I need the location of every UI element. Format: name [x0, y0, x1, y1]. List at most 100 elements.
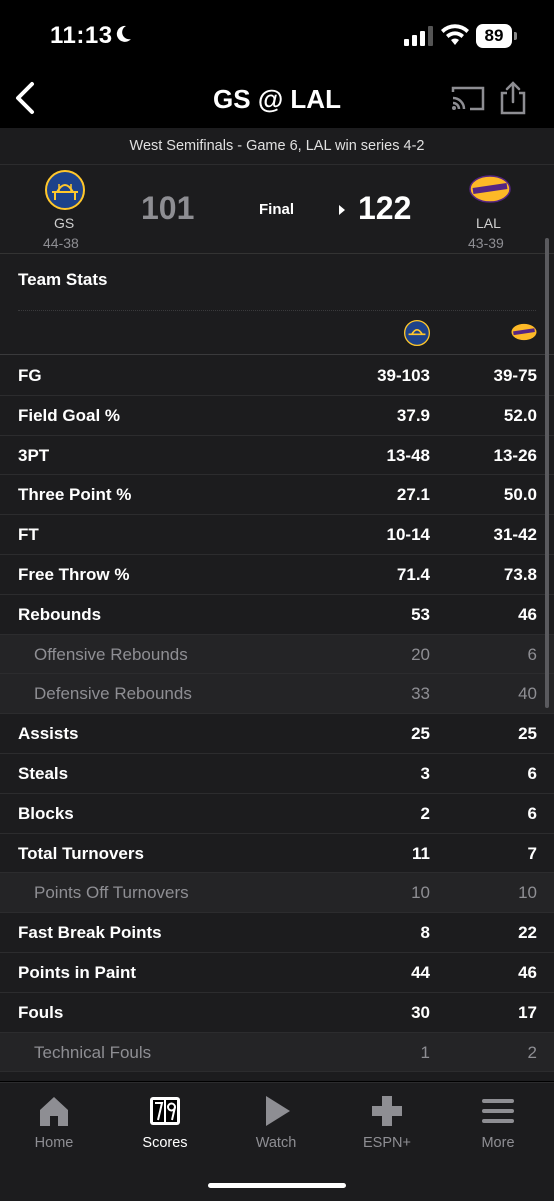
stat-label: FT [18, 525, 39, 545]
away-stat-value: 25 [411, 724, 430, 744]
stat-row: Free Throw % 71.4 73.8 [0, 554, 554, 595]
stat-row: Fast Break Points 8 22 [0, 913, 554, 953]
wifi-icon [441, 24, 469, 45]
stat-label: Free Throw % [18, 564, 130, 584]
lal-column-logo-icon [511, 323, 537, 341]
home-stat-value: 25 [518, 724, 537, 744]
stat-label: Rebounds [18, 604, 102, 624]
tab-scores[interactable]: Scores [115, 1093, 215, 1157]
stat-label: Assists [18, 724, 79, 744]
away-stat-value: 53 [411, 604, 430, 624]
menu-icon [482, 1099, 514, 1123]
stat-label: 3PT [18, 445, 50, 465]
away-stat-value: 13-48 [386, 445, 430, 465]
home-indicator[interactable] [208, 1183, 346, 1188]
gs-logo-icon[interactable] [45, 170, 85, 210]
lal-logo-icon[interactable] [468, 173, 512, 205]
stat-label: Blocks [18, 803, 74, 823]
stats-table: FG 39-103 39-75 Field Goal % 37.9 52.0 3PT 13-4… [0, 356, 554, 1073]
stat-label: Technical Fouls [34, 1042, 152, 1062]
home-stat-value: 10 [518, 883, 537, 903]
tab-more-label: More [481, 1135, 515, 1151]
tab-espn-plus[interactable]: ESPN+ [337, 1093, 437, 1157]
stat-row: Rebounds 53 46 [0, 594, 554, 635]
home-stat-value: 2 [527, 1042, 537, 1062]
away-stat-value: 39-103 [377, 366, 430, 385]
stat-row: Assists 25 25 [0, 714, 554, 754]
stat-row: Points Off Turnovers 10 10 [0, 873, 554, 914]
stat-row: Defensive Rebounds 33 40 [0, 674, 554, 715]
tab-more[interactable]: More [448, 1093, 548, 1157]
away-stat-value: 10-14 [386, 525, 430, 545]
plus-icon [372, 1096, 402, 1126]
stat-label: Field Goal % [18, 405, 121, 425]
game-status: Final [259, 201, 295, 218]
away-stat-value: 44 [411, 962, 430, 982]
share-icon[interactable] [498, 80, 528, 116]
battery-indicator: 89 [476, 24, 520, 48]
stat-label: Fouls [18, 1002, 64, 1022]
away-team-record: 44-38 [43, 235, 79, 251]
home-score: 122 [358, 190, 412, 226]
stat-label: Steals [18, 763, 69, 783]
away-stat-value: 3 [420, 763, 430, 783]
nav-bar: GS @ LAL [0, 70, 554, 128]
away-stat-value: 8 [420, 923, 430, 943]
home-stat-value: 52.0 [503, 405, 537, 425]
away-stat-value: 27.1 [396, 485, 430, 505]
scrollbar[interactable] [545, 238, 549, 708]
moon-icon [116, 25, 131, 42]
stat-label: Offensive Rebounds [34, 644, 188, 664]
tab-espn-plus-label: ESPN+ [363, 1135, 411, 1151]
home-team-record: 43-39 [468, 235, 504, 251]
stat-row: Field Goal % 37.9 52.0 [0, 395, 554, 436]
stat-label: Fast Break Points [18, 923, 162, 943]
home-stat-value: 13-26 [493, 445, 537, 465]
gs-column-logo-icon [404, 320, 430, 346]
home-stat-value: 40 [518, 684, 537, 704]
header-divider [18, 310, 536, 311]
home-team-abbr: LAL [476, 215, 501, 231]
stat-label: Defensive Rebounds [34, 684, 192, 704]
stat-row: Steals 3 6 [0, 753, 554, 794]
tab-home[interactable]: Home [4, 1093, 104, 1157]
stat-row: FG 39-103 39-75 [0, 356, 554, 396]
tab-watch[interactable]: Watch [226, 1093, 326, 1157]
status-bar: 11:13 89 [0, 0, 554, 70]
battery-nub [514, 32, 517, 40]
stat-row: Three Point % 27.1 50.0 [0, 475, 554, 516]
away-stat-value: 11 [412, 843, 430, 863]
status-time: 11:13 [50, 22, 113, 49]
home-stat-value: 17 [518, 1002, 537, 1022]
home-stat-value: 6 [527, 803, 537, 823]
stat-row: Points in Paint 44 46 [0, 952, 554, 993]
home-stat-value: 22 [518, 923, 537, 943]
home-stat-value: 6 [527, 763, 537, 783]
team-stats-header: Team Stats [0, 254, 554, 355]
away-stat-value: 1 [420, 1042, 430, 1062]
away-team-abbr: GS [54, 215, 75, 231]
home-stat-value: 39-75 [493, 366, 537, 385]
stat-label: Three Point % [18, 485, 132, 505]
home-stat-value: 46 [518, 604, 537, 624]
home-stat-value: 7 [527, 843, 537, 863]
away-stat-value: 20 [411, 644, 430, 664]
stat-label: Points Off Turnovers [34, 883, 189, 903]
home-stat-value: 31-42 [493, 525, 537, 545]
series-banner: West Semifinals - Game 6, LAL win series… [0, 128, 554, 165]
winner-arrow-icon [339, 205, 345, 215]
battery-level: 89 [476, 24, 512, 48]
team-stats-title: Team Stats [18, 270, 108, 289]
stat-row: Total Turnovers 11 7 [0, 833, 554, 874]
cast-icon[interactable] [450, 84, 486, 112]
team-stats-panel[interactable]: Team Stats FG 39-103 39-75 Field Goal % 37.9… [0, 254, 554, 1081]
scores-icon [150, 1097, 180, 1125]
play-icon [266, 1096, 290, 1126]
stat-label: FG [18, 366, 42, 385]
stat-label: Total Turnovers [18, 843, 144, 863]
home-icon [40, 1097, 68, 1126]
stat-row: Offensive Rebounds 20 6 [0, 634, 554, 675]
stat-row: 3PT 13-48 13-26 [0, 435, 554, 476]
home-stat-value: 46 [518, 962, 537, 982]
stat-label: Points in Paint [18, 962, 137, 982]
